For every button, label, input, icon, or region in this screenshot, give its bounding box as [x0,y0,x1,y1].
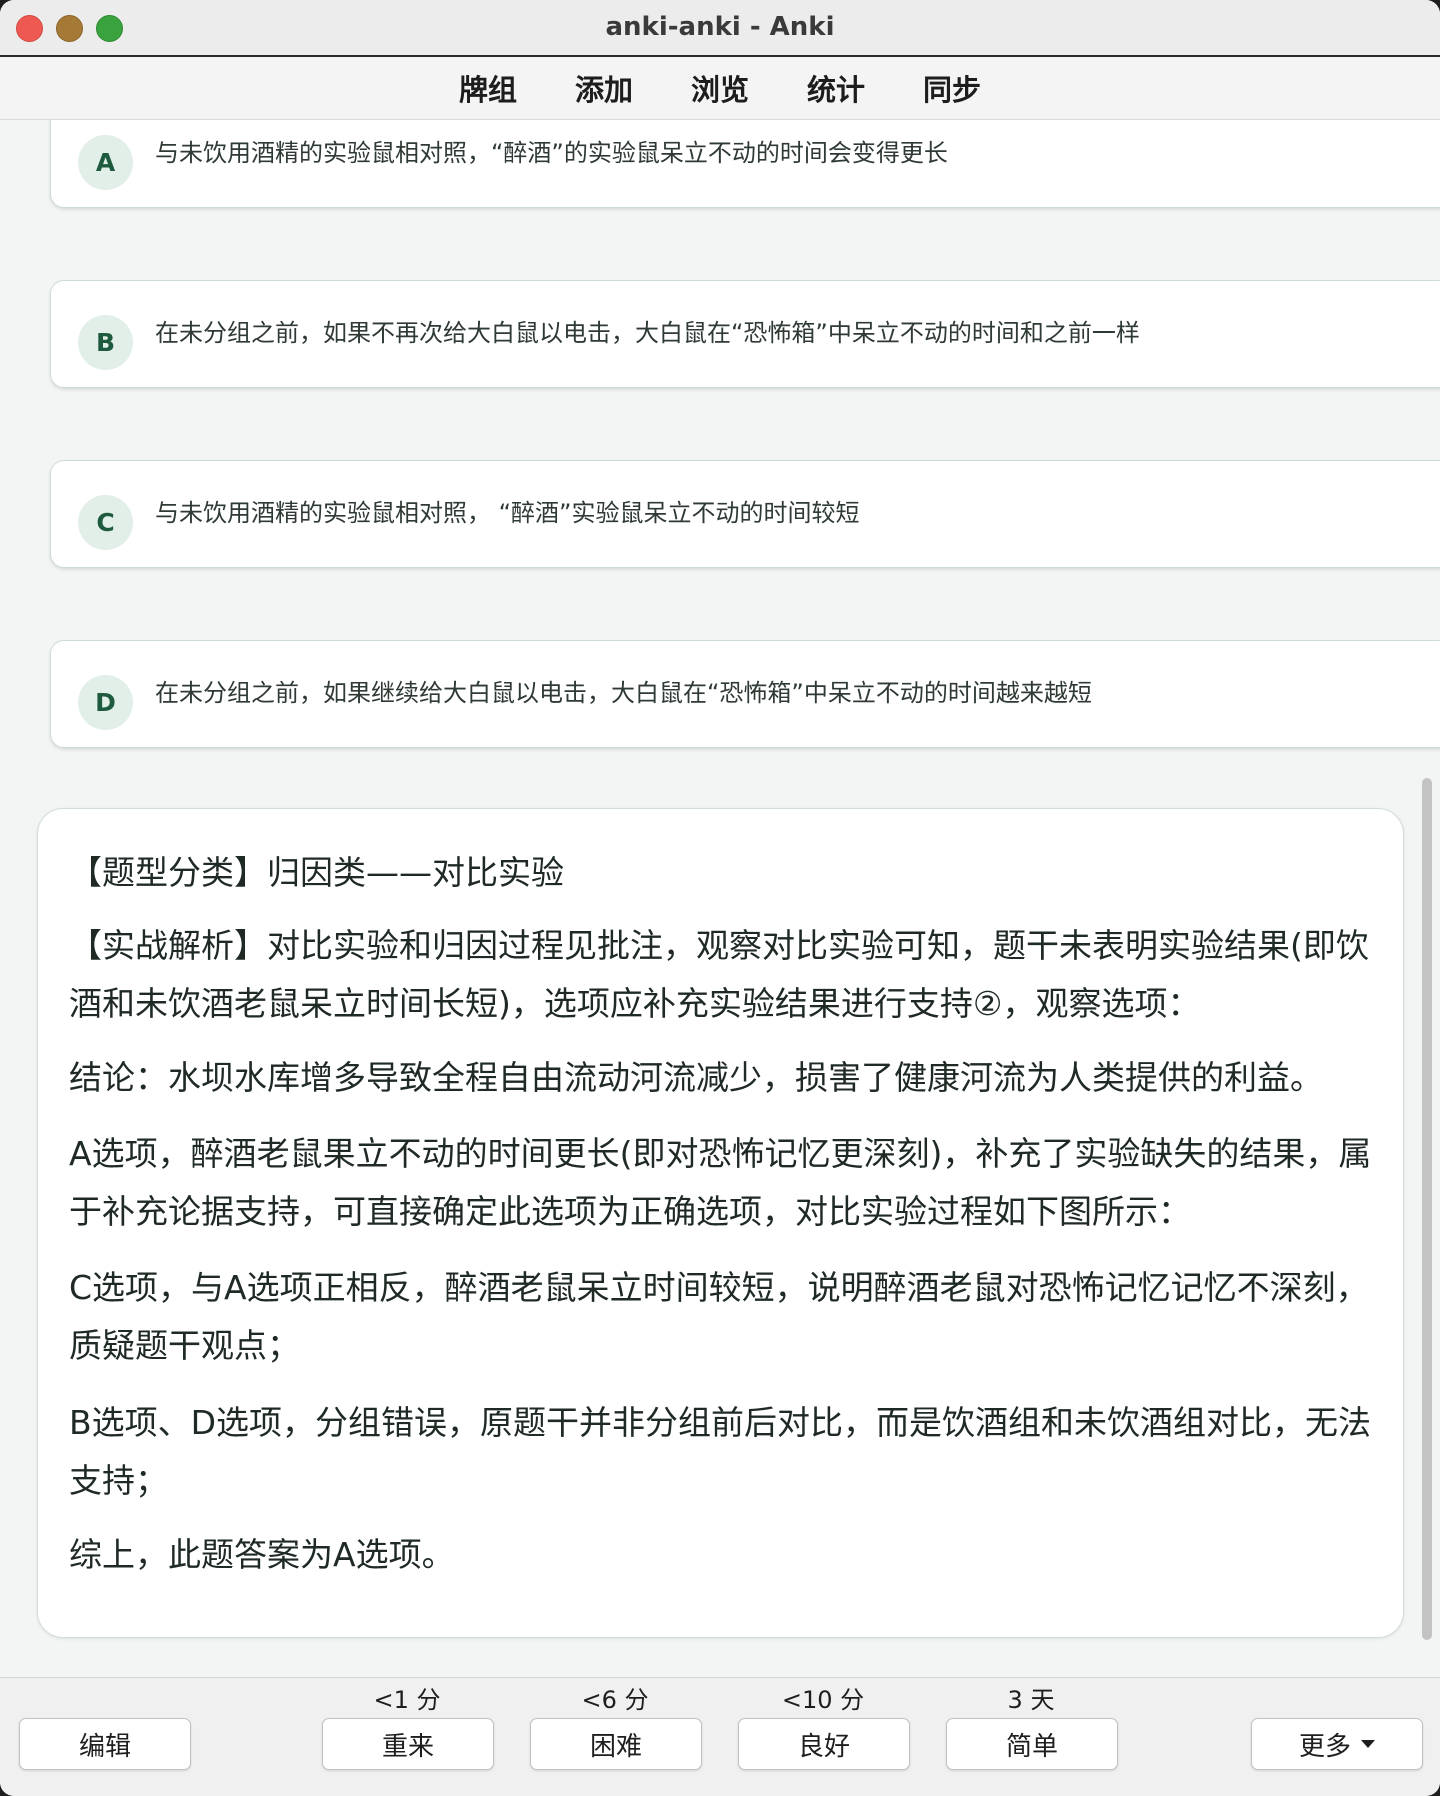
option-d-text: 在未分组之前，如果继续给大白鼠以电击，大白鼠在“恐怖箱”中呆立不动的时间越来越短 [155,679,1092,707]
option-d-card[interactable]: D 在未分组之前，如果继续给大白鼠以电击，大白鼠在“恐怖箱”中呆立不动的时间越来… [50,640,1440,748]
option-a-card[interactable]: A 与未饮用酒精的实验鼠相对照，“醉酒”的实验鼠呆立不动的时间会变得更长 [50,120,1440,208]
again-interval: <1 分 [373,1686,441,1714]
analysis-summary: 综上，此题答案为A选项。 [69,1535,455,1574]
hard-button[interactable]: 困难 [530,1718,702,1770]
top-navigation: 牌组 添加 浏览 统计 同步 [0,57,1440,120]
hard-interval: <6 分 [581,1686,649,1714]
analysis-option-bd: B选项、D选项，分组错误，原题干并非分组前后对比，而是饮酒组和未饮酒组对比，无法… [69,1403,1372,1500]
analysis-explanation: 【实战解析】对比实验和归因过程见批注，观察对比实验可知，题干未表明实验结果(即饮… [69,926,1369,1023]
easy-button[interactable]: 简单 [946,1718,1118,1770]
analysis-option-c: C选项，与A选项正相反，醉酒老鼠呆立时间较短，说明醉酒老鼠对恐怖记忆记忆不深刻，… [69,1268,1369,1365]
analysis-category: 【题型分类】归因类——对比实验 [69,853,564,892]
option-c-badge: C [78,495,133,550]
option-b-badge: B [78,315,133,370]
more-button[interactable]: 更多 [1251,1718,1423,1770]
title-bar: anki-anki - Anki [0,0,1440,57]
more-button-label: 更多 [1298,1731,1351,1762]
easy-interval: 3 天 [1007,1686,1055,1714]
window-title: anki-anki - Anki [605,12,835,42]
nav-sync[interactable]: 同步 [923,67,981,109]
nav-stats[interactable]: 统计 [807,67,865,109]
option-d-badge: D [78,675,133,730]
option-a-text: 与未饮用酒精的实验鼠相对照，“醉酒”的实验鼠呆立不动的时间会变得更长 [155,139,948,167]
option-a-badge: A [78,135,133,190]
chevron-down-icon [1361,1740,1375,1748]
analysis-option-a: A选项，醉酒老鼠果立不动的时间更长(即对恐怖记忆更深刻)，补充了实验缺失的结果，… [69,1134,1372,1231]
option-b-text: 在未分组之前，如果不再次给大白鼠以电击，大白鼠在“恐怖箱”中呆立不动的时间和之前… [155,319,1140,347]
option-c-text: 与未饮用酒精的实验鼠相对照， “醉酒”实验鼠呆立不动的时间较短 [155,499,860,527]
analysis-panel: 【题型分类】归因类——对比实验 【实战解析】对比实验和归因过程见批注，观察对比实… [37,808,1404,1638]
good-interval: <10 分 [781,1686,865,1714]
option-c-card[interactable]: C 与未饮用酒精的实验鼠相对照， “醉酒”实验鼠呆立不动的时间较短 [50,460,1440,568]
option-b-card[interactable]: B 在未分组之前，如果不再次给大白鼠以电击，大白鼠在“恐怖箱”中呆立不动的时间和… [50,280,1440,388]
card-content: A 与未饮用酒精的实验鼠相对照，“醉酒”的实验鼠呆立不动的时间会变得更长 B 在… [0,120,1440,1675]
nav-add[interactable]: 添加 [575,67,633,109]
good-button[interactable]: 良好 [738,1718,910,1770]
nav-decks[interactable]: 牌组 [459,67,517,109]
answer-bar: 编辑 <1 分 重来 <6 分 困难 <10 分 良好 3 天 简单 更多 [0,1677,1440,1796]
again-button[interactable]: 重来 [322,1718,494,1770]
edit-button[interactable]: 编辑 [19,1718,191,1770]
anki-window: anki-anki - Anki 牌组 添加 浏览 统计 同步 A 与未饮用酒精… [0,0,1440,1796]
vertical-scrollbar[interactable] [1422,778,1432,1640]
analysis-conclusion: 结论：水坝水库增多导致全程自由流动河流减少，损害了健康河流为人类提供的利益。 [69,1058,1323,1097]
nav-browse[interactable]: 浏览 [691,67,749,109]
